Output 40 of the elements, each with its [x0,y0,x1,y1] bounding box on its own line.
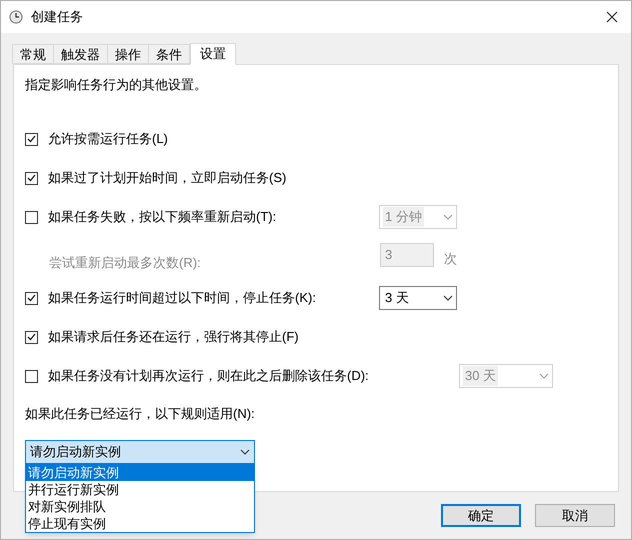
option-label: 如果任务运行时间超过以下时间，停止任务(K): [48,289,317,308]
tab[interactable]: 触发器 [53,44,108,64]
dropdown-option[interactable]: 对新实例排队 [26,498,254,515]
chevron-down-icon [240,449,250,455]
checkmark-icon [27,294,36,302]
chevron-down-icon [443,295,453,301]
unit-label: 次 [444,250,457,268]
tab[interactable]: 常规 [12,44,54,64]
option-label: 允许按需运行任务(L) [48,130,169,148]
dialog-button[interactable]: 取消 [535,504,615,527]
option-label: 尝试重新启动最多次数(R): [49,254,202,272]
dropdown-option[interactable]: 停止现有实例 [26,515,254,532]
clock-icon [9,10,23,24]
chevron-down-icon [443,214,453,220]
window-title: 创建任务 [31,8,83,26]
checkmark-icon [27,333,36,341]
checkbox[interactable] [25,210,38,224]
close-icon[interactable] [606,11,618,23]
dropdown-option[interactable]: 请勿启动新实例 [26,464,254,481]
checkbox[interactable] [25,132,38,146]
checkmark-icon [27,135,36,143]
option-label: 如果请求后任务还在运行，强行将其停止(F) [48,328,300,346]
option-label: 如果过了计划开始时间，立即启动任务(S) [48,169,288,188]
option-label: 如果任务没有计划再次运行，则在此之后删除该任务(D): [48,367,370,386]
chevron-down-icon [539,373,549,379]
checkbox[interactable] [25,370,38,382]
dropdown-option[interactable]: 并行运行新实例 [26,481,254,498]
dropdown[interactable]: 3 天 [379,286,457,310]
checkbox[interactable] [25,172,38,184]
rule-label: 如果此任务已经运行，以下规则适用(N): [25,404,256,423]
rule-dropdown[interactable]: 请勿启动新实例 [25,440,255,464]
tab[interactable]: 设置 [190,43,236,65]
checkbox[interactable] [25,292,38,304]
checkbox[interactable] [25,330,38,344]
tab[interactable]: 操作 [107,44,149,64]
option-label: 如果任务失败，按以下频率重新启动(T): [48,208,278,226]
description-text: 指定影响任务行为的其他设置。 [25,76,208,94]
checkmark-icon [27,174,36,182]
dialog-button[interactable]: 确定 [441,504,521,527]
tab[interactable]: 条件 [148,44,190,64]
